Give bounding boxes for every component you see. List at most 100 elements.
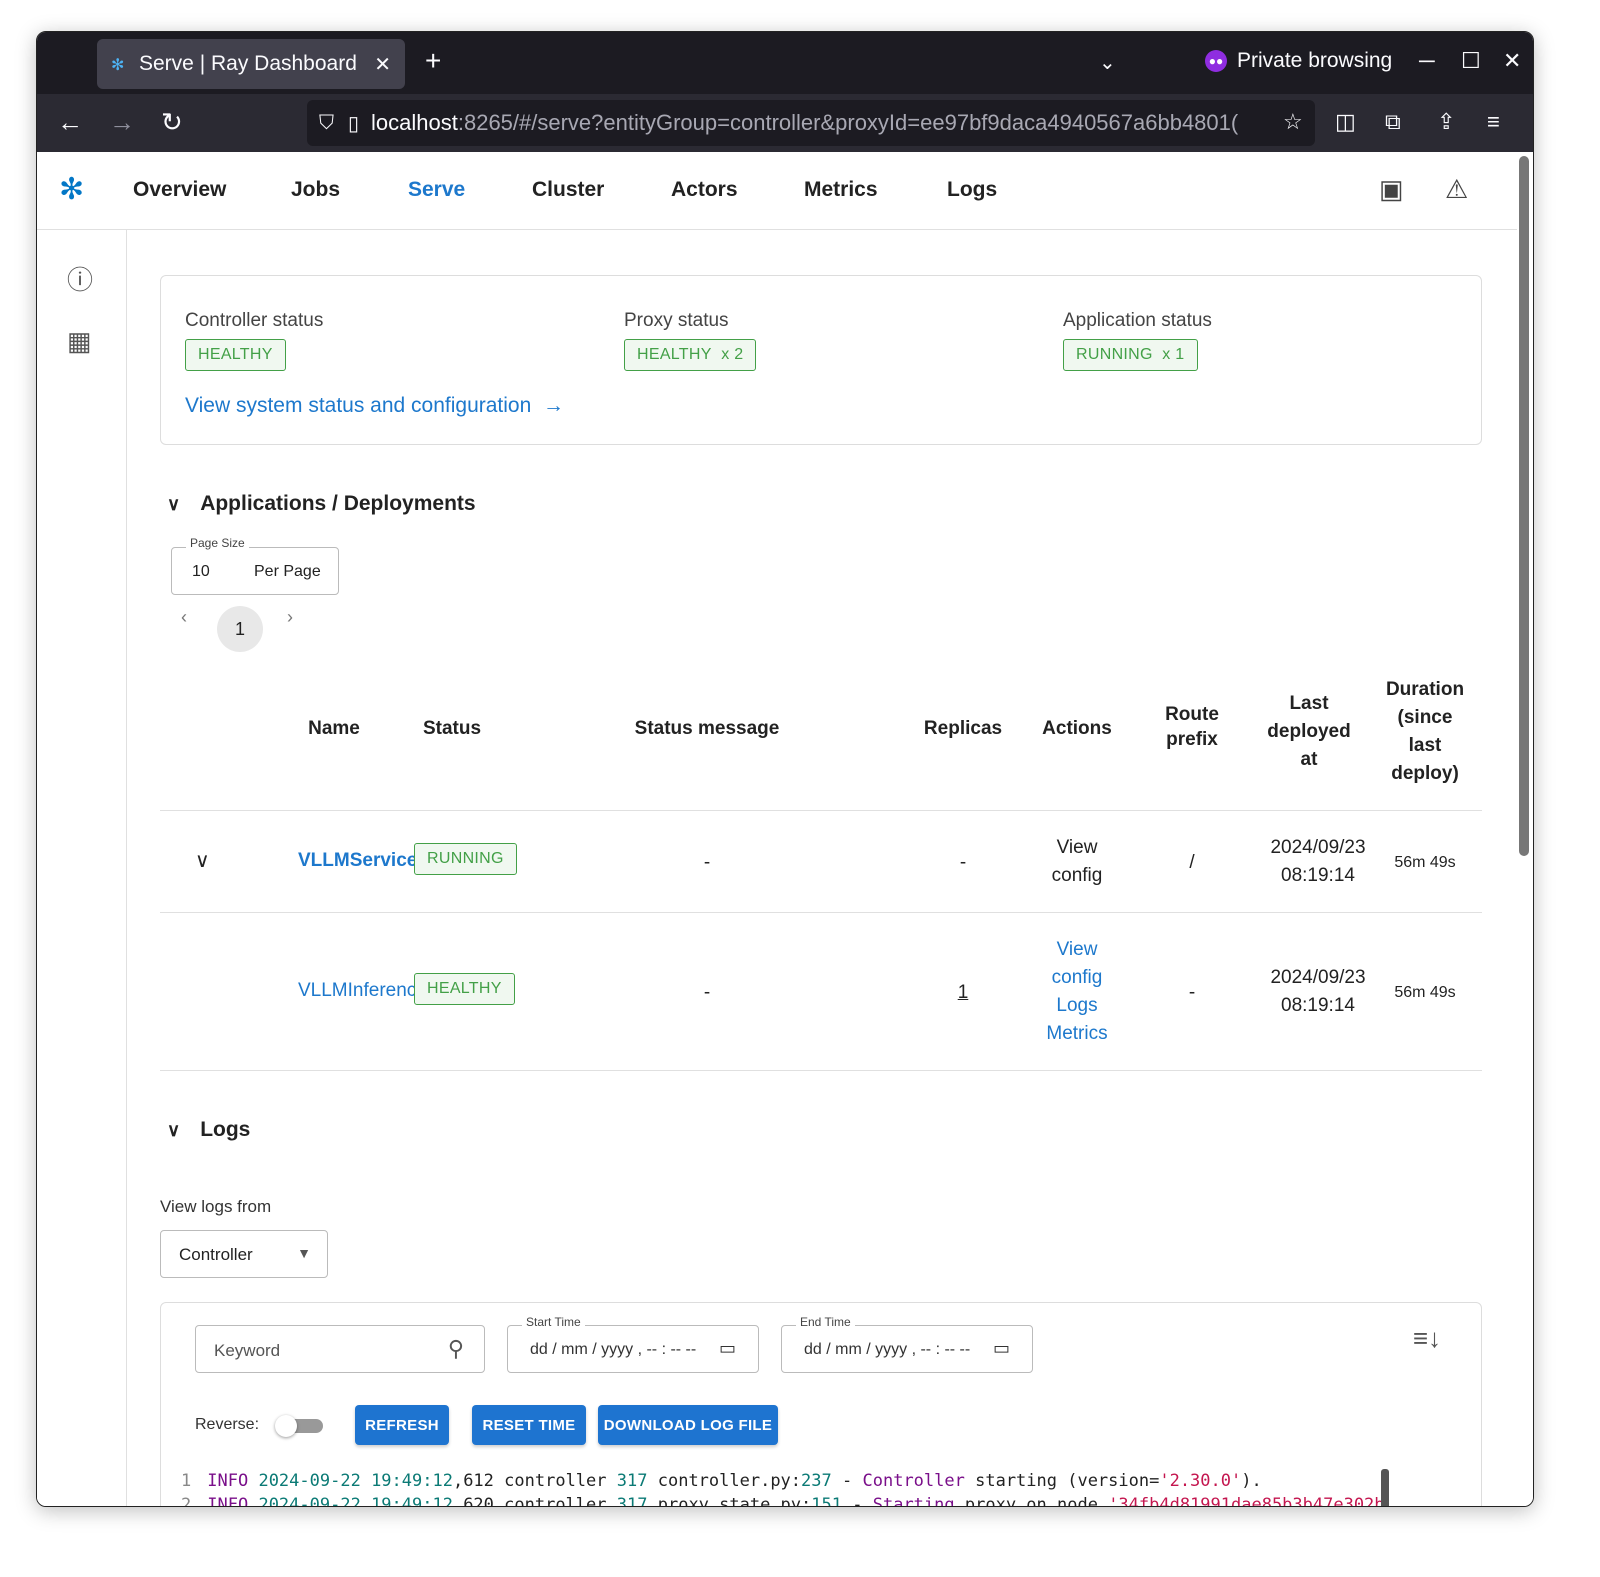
- expand-row-chevron-icon[interactable]: ∨: [195, 848, 210, 873]
- page-size-value: 10: [192, 563, 210, 580]
- reset-time-button[interactable]: RESET TIME: [472, 1405, 586, 1445]
- logs-section-header[interactable]: ∨ Logs: [167, 1118, 250, 1142]
- reload-icon[interactable]: ↻: [161, 107, 183, 138]
- arrow-right-icon: →: [542, 394, 564, 417]
- collapse-chevron-icon[interactable]: ∨: [167, 1120, 180, 1141]
- next-page-icon[interactable]: ›: [287, 607, 293, 628]
- menu-icon[interactable]: ≡: [1487, 109, 1500, 135]
- table-header-divider: [160, 810, 1482, 811]
- nav-actors[interactable]: Actors: [671, 178, 738, 202]
- url-host: localhost: [371, 110, 458, 135]
- log-scrollbar[interactable]: [1381, 1469, 1389, 1506]
- deployment-view-config-link[interactable]: View config: [1052, 939, 1103, 988]
- log-end: ).: [1241, 1471, 1262, 1491]
- top-navigation: ✻ Overview Jobs Serve Cluster Actors Met…: [37, 152, 1517, 230]
- side-navigation: ⓘ ▦: [37, 230, 127, 1506]
- download-log-file-button[interactable]: DOWNLOAD LOG FILE: [598, 1405, 778, 1445]
- private-browsing-indicator: ●● Private browsing: [1205, 49, 1392, 73]
- log-time: 19:49:12: [371, 1471, 453, 1491]
- log-date: 2024-09-22: [258, 1495, 361, 1507]
- end-time-input[interactable]: End Time dd / mm / yyyy , -- : -- -- ▭: [781, 1315, 1033, 1373]
- col-header-status: Status: [422, 718, 482, 739]
- reverse-label: Reverse:: [195, 1416, 260, 1433]
- deployment-name-link[interactable]: VLLMInference: [298, 980, 427, 1002]
- calendar-icon[interactable]: ▭: [719, 1338, 736, 1359]
- view-system-status-link[interactable]: View system status and configuration →: [185, 394, 564, 418]
- page-number-button[interactable]: 1: [217, 606, 263, 652]
- col-header-duration: Duration (since last deploy): [1373, 676, 1477, 788]
- log-file: proxy_state.py:: [657, 1495, 812, 1507]
- ray-favicon-icon: ✻: [111, 57, 125, 74]
- url-bar[interactable]: ⛉ ▯ localhost:8265/#/serve?entityGroup=c…: [307, 100, 1315, 146]
- log-source-select[interactable]: Controller ▼: [160, 1230, 328, 1278]
- app-time: 08:19:14: [1281, 865, 1355, 886]
- browser-tab[interactable]: ✻ Serve | Ray Dashboard ✕: [97, 39, 405, 89]
- deployment-time: 08:19:14: [1281, 995, 1355, 1016]
- reader-view-icon[interactable]: ◫: [1335, 109, 1356, 135]
- reverse-toggle[interactable]: [275, 1415, 327, 1437]
- start-time-input[interactable]: Start Time dd / mm / yyyy , -- : -- -- ▭: [507, 1315, 759, 1373]
- tab-list-chevron-icon[interactable]: ⌄: [1099, 50, 1116, 75]
- nav-cluster[interactable]: Cluster: [532, 178, 604, 202]
- close-tab-icon[interactable]: ✕: [374, 52, 391, 77]
- controller-status-label: Controller status: [185, 310, 324, 331]
- proxy-status-count: x 2: [721, 346, 744, 363]
- ray-logo-icon[interactable]: ✻: [59, 172, 99, 212]
- deployment-duration: 56m 49s: [1394, 984, 1456, 1001]
- search-icon[interactable]: ⚲: [448, 1336, 464, 1362]
- page-info-icon[interactable]: ▯: [348, 111, 359, 136]
- app-view-config-link[interactable]: View config: [1033, 834, 1121, 890]
- duration-line4: deploy): [1391, 763, 1459, 784]
- app-status-message: -: [703, 852, 711, 873]
- private-mask-icon: ●●: [1205, 50, 1227, 72]
- table-icon[interactable]: ▦: [67, 326, 92, 357]
- log-message: starting (version=: [975, 1471, 1160, 1491]
- collapse-chevron-icon[interactable]: ∨: [167, 494, 180, 515]
- log-keyword: Controller: [862, 1471, 965, 1491]
- shield-icon[interactable]: ⛉: [319, 112, 334, 135]
- page-size-select[interactable]: Page Size 10 Per Page: [171, 536, 339, 595]
- bookmark-star-icon[interactable]: ☆: [1283, 109, 1303, 135]
- nav-jobs[interactable]: Jobs: [291, 178, 340, 202]
- refresh-button[interactable]: REFRESH: [355, 1405, 449, 1445]
- applications-section-title: Applications / Deployments: [200, 492, 476, 515]
- serve-status-card: Controller status HEALTHY Proxy status H…: [160, 275, 1482, 445]
- feedback-icon[interactable]: ⚠: [1445, 174, 1468, 205]
- app-name-link[interactable]: VLLMService: [298, 850, 417, 872]
- log-message: proxy on node: [964, 1495, 1098, 1507]
- new-tab-icon[interactable]: +: [425, 45, 441, 77]
- deployment-route-prefix: -: [1188, 982, 1196, 1003]
- nav-serve[interactable]: Serve: [408, 178, 465, 202]
- close-window-icon[interactable]: ✕: [1503, 48, 1521, 74]
- sort-descending-icon[interactable]: ≡↓: [1413, 1323, 1441, 1354]
- keyword-search-input[interactable]: Keyword ⚲: [195, 1325, 485, 1373]
- back-icon[interactable]: ←: [57, 107, 83, 138]
- deployment-metrics-link[interactable]: Metrics: [1046, 1023, 1107, 1044]
- forward-icon[interactable]: →: [109, 107, 135, 138]
- col-header-name: Name: [308, 718, 360, 739]
- nav-metrics[interactable]: Metrics: [804, 178, 878, 202]
- config-label: config: [1051, 967, 1103, 988]
- log-level: INFO: [207, 1471, 249, 1491]
- logs-section-title: Logs: [200, 1118, 251, 1141]
- extensions-icon[interactable]: ⇪: [1437, 109, 1455, 135]
- nav-logs[interactable]: Logs: [947, 178, 997, 202]
- tab-title: Serve | Ray Dashboard: [139, 52, 357, 75]
- nav-overview[interactable]: Overview: [133, 178, 226, 202]
- containers-icon[interactable]: ⧉: [1385, 109, 1401, 135]
- docs-book-icon[interactable]: ▣: [1379, 174, 1404, 205]
- page-scrollbar[interactable]: [1519, 156, 1529, 856]
- calendar-icon[interactable]: ▭: [993, 1338, 1010, 1359]
- log-lineno: 151: [811, 1495, 842, 1507]
- previous-page-icon[interactable]: ‹: [181, 607, 187, 628]
- view-label: View: [1056, 837, 1098, 858]
- info-icon[interactable]: ⓘ: [67, 260, 93, 297]
- deployment-replicas-link[interactable]: 1: [933, 982, 993, 1004]
- applications-section-header[interactable]: ∨ Applications / Deployments: [167, 492, 476, 516]
- minimize-icon[interactable]: ─: [1419, 48, 1435, 74]
- log-source: controller: [504, 1471, 607, 1491]
- log-ms: ,612: [452, 1471, 494, 1491]
- deployment-logs-link[interactable]: Logs: [1056, 995, 1097, 1016]
- maximize-icon[interactable]: ☐: [1461, 48, 1481, 74]
- log-line: 2 INFO 2024-09-22 19:49:12,620 controller…: [181, 1495, 1385, 1507]
